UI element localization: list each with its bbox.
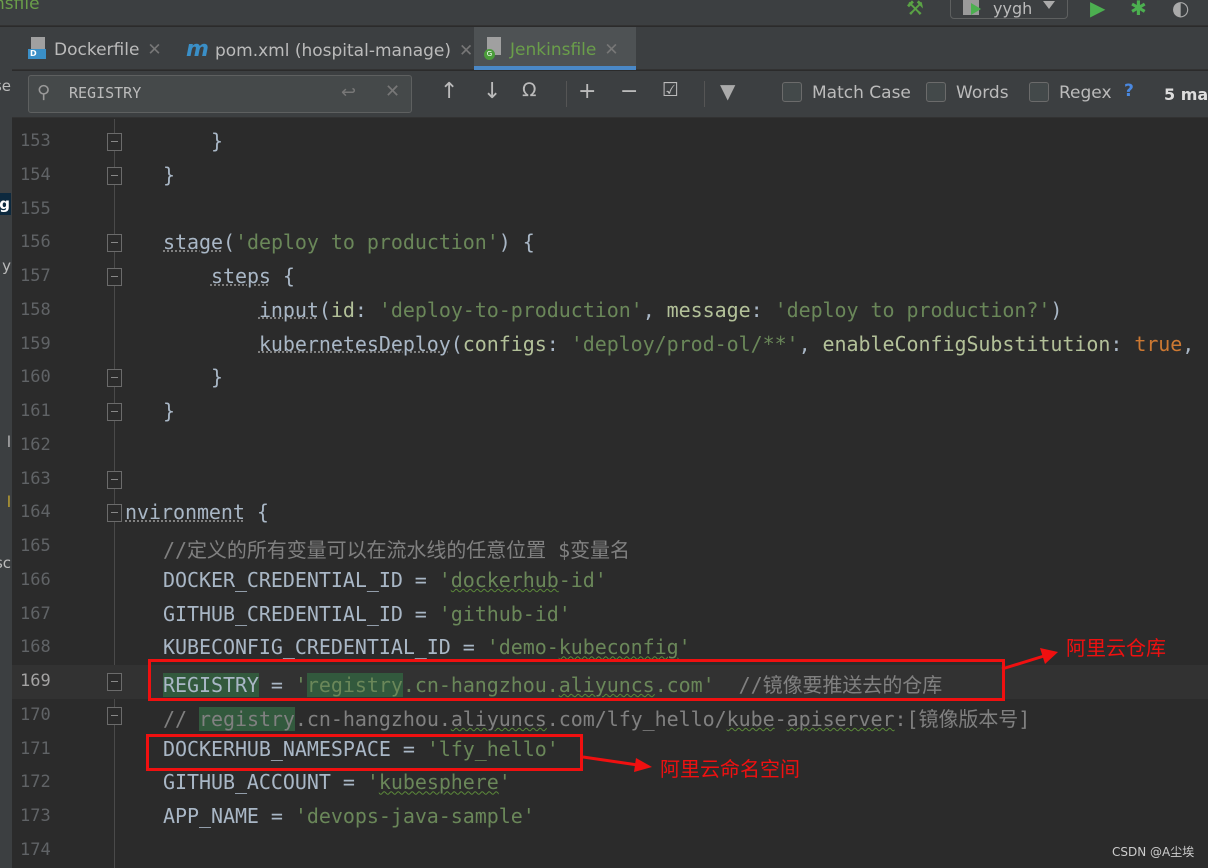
arrow-head [1040, 648, 1058, 664]
annotation-arrows [582, 648, 1058, 772]
arrow-head [634, 758, 652, 772]
namespace-annotation-label: 阿里云命名空间 [660, 757, 800, 781]
namespace-arrow [582, 755, 639, 767]
registry-annotation-label: 阿里云仓库 [1066, 636, 1166, 660]
registry-arrow [1001, 654, 1045, 671]
watermark: CSDN @A尘埃 [1112, 845, 1195, 859]
